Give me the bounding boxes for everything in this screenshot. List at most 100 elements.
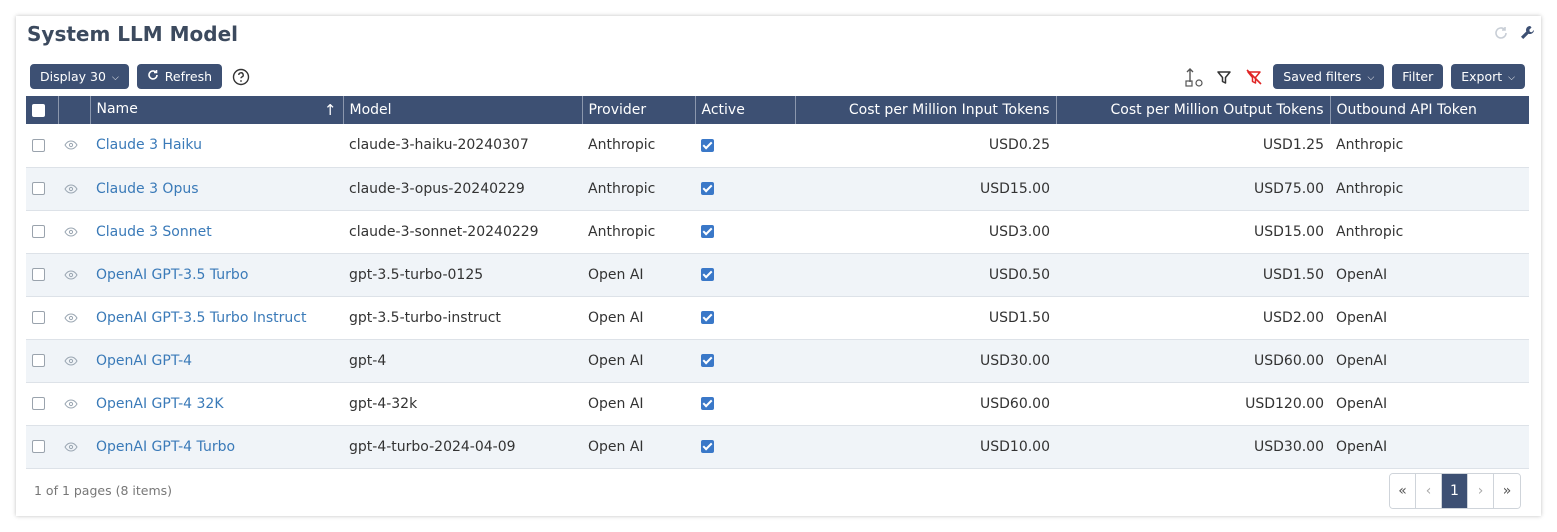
column-header-token[interactable]: Outbound API Token: [1330, 96, 1529, 124]
active-checkbox: [701, 397, 714, 410]
model-id-cell: claude-3-opus-20240229: [343, 167, 582, 211]
eye-icon[interactable]: [64, 398, 78, 409]
row-checkbox[interactable]: [32, 354, 45, 367]
refresh-label: Refresh: [164, 69, 213, 84]
table-row[interactable]: Claude 3 Opus claude-3-opus-20240229 Anthr…: [26, 167, 1529, 211]
last-page-button[interactable]: »: [1494, 474, 1520, 508]
filter-clear-icon[interactable]: [1243, 66, 1265, 88]
table-body: Claude 3 Haiku claude-3-haiku-20240307 Ant…: [26, 124, 1529, 469]
column-header-active[interactable]: Active: [695, 96, 796, 124]
toolbar-right: Saved filters ⌵ Filter Export ⌵: [1183, 64, 1525, 89]
table-row[interactable]: OpenAI GPT-3.5 Turbo gpt-3.5-turbo-0125 Op…: [26, 253, 1529, 297]
model-id-cell: gpt-4: [343, 339, 582, 383]
cost-output-cell: USD120.00: [1056, 382, 1330, 426]
eye-icon[interactable]: [64, 269, 78, 280]
export-button[interactable]: Export ⌵: [1451, 64, 1525, 89]
active-checkbox: [701, 182, 714, 195]
eye-icon[interactable]: [64, 140, 78, 150]
token-cell: Anthropic: [1330, 210, 1529, 254]
token-cell: Anthropic: [1330, 167, 1529, 211]
eye-icon[interactable]: [64, 312, 78, 323]
export-label: Export: [1461, 69, 1503, 84]
model-id-cell: gpt-3.5-turbo-instruct: [343, 296, 582, 340]
row-view-cell: [58, 296, 90, 340]
token-cell: OpenAI: [1330, 382, 1529, 426]
refresh-button[interactable]: Refresh: [136, 64, 223, 89]
row-checkbox[interactable]: [32, 311, 45, 324]
model-name-link[interactable]: Claude 3 Haiku: [90, 124, 343, 168]
row-view-cell: [58, 425, 90, 469]
row-checkbox[interactable]: [32, 440, 45, 453]
column-header-model[interactable]: Model: [343, 96, 583, 124]
row-select-cell: [26, 253, 58, 297]
token-cell: OpenAI: [1330, 339, 1529, 383]
row-select-cell: [26, 296, 58, 340]
row-checkbox[interactable]: [32, 138, 45, 152]
row-checkbox[interactable]: [32, 268, 45, 281]
model-id-cell: gpt-4-turbo-2024-04-09: [343, 425, 582, 469]
select-all-checkbox[interactable]: [32, 103, 45, 117]
column-header-provider[interactable]: Provider: [582, 96, 696, 124]
model-name-link[interactable]: OpenAI GPT-4 Turbo: [90, 425, 343, 469]
table-row[interactable]: Claude 3 Sonnet claude-3-sonnet-20240229 A…: [26, 210, 1529, 254]
cost-output-cell: USD15.00: [1056, 210, 1330, 254]
eye-icon[interactable]: [64, 441, 78, 452]
saved-filters-button[interactable]: Saved filters ⌵: [1273, 64, 1385, 89]
token-cell: OpenAI: [1330, 296, 1529, 340]
active-checkbox: [701, 311, 714, 324]
page-number-button[interactable]: 1: [1442, 474, 1468, 508]
row-view-cell: [58, 167, 90, 211]
eye-icon[interactable]: [64, 355, 78, 366]
row-checkbox[interactable]: [32, 182, 45, 195]
row-view-cell: [58, 124, 90, 168]
table-row[interactable]: OpenAI GPT-4 32K gpt-4-32k Open AI USD60.00…: [26, 382, 1529, 426]
row-checkbox[interactable]: [32, 225, 45, 238]
cost-input-cell: USD1.50: [795, 296, 1056, 340]
model-name-link[interactable]: Claude 3 Opus: [90, 167, 343, 211]
model-name-link[interactable]: OpenAI GPT-4: [90, 339, 343, 383]
row-view-cell: [58, 382, 90, 426]
model-name-link[interactable]: OpenAI GPT-4 32K: [90, 382, 343, 426]
cost-input-cell: USD30.00: [795, 339, 1056, 383]
wrench-icon[interactable]: [1519, 24, 1537, 42]
row-select-cell: [26, 382, 58, 426]
filter-label: Filter: [1402, 69, 1434, 84]
column-header-name[interactable]: Name ↑: [90, 96, 344, 124]
active-cell: [695, 296, 795, 340]
table-row[interactable]: OpenAI GPT-3.5 Turbo Instruct gpt-3.5-tur…: [26, 296, 1529, 340]
token-cell: OpenAI: [1330, 425, 1529, 469]
filter-button[interactable]: Filter: [1392, 64, 1444, 89]
column-header-cost-output[interactable]: Cost per Million Output Tokens: [1056, 96, 1331, 124]
eye-icon[interactable]: [64, 183, 78, 194]
refresh-icon[interactable]: [1493, 25, 1509, 41]
cost-input-cell: USD0.50: [795, 253, 1056, 297]
column-label-name: Name: [96, 101, 138, 117]
row-checkbox[interactable]: [32, 397, 45, 410]
filter-icon[interactable]: [1213, 66, 1235, 88]
first-page-button[interactable]: «: [1390, 474, 1416, 508]
column-header-cost-input[interactable]: Cost per Million Input Tokens: [795, 96, 1057, 124]
next-page-button[interactable]: ›: [1468, 474, 1494, 508]
active-checkbox: [701, 138, 714, 152]
sort-clear-icon[interactable]: [1183, 66, 1205, 88]
row-select-cell: [26, 339, 58, 383]
display-count-button[interactable]: Display 30 ⌵: [30, 64, 129, 89]
sort-ascending-icon[interactable]: ↑: [324, 101, 337, 119]
model-name-link[interactable]: OpenAI GPT-3.5 Turbo Instruct: [90, 296, 343, 340]
table-row[interactable]: OpenAI GPT-4 gpt-4 Open AI USD30.00 USD60.00…: [26, 339, 1529, 383]
active-cell: [695, 339, 795, 383]
help-icon[interactable]: [230, 66, 252, 88]
token-cell: Anthropic: [1330, 124, 1529, 168]
active-checkbox: [701, 440, 714, 453]
row-select-cell: [26, 425, 58, 469]
table-row[interactable]: Claude 3 Haiku claude-3-haiku-20240307 Ant…: [26, 124, 1529, 168]
active-cell: [695, 253, 795, 297]
model-name-link[interactable]: Claude 3 Sonnet: [90, 210, 343, 254]
eye-icon[interactable]: [64, 226, 78, 237]
model-name-link[interactable]: OpenAI GPT-3.5 Turbo: [90, 253, 343, 297]
table-header: Name ↑ Model Provider Active Cost per Mi…: [26, 96, 1529, 124]
active-checkbox: [701, 225, 714, 238]
prev-page-button[interactable]: ‹: [1416, 474, 1442, 508]
refresh-icon: [147, 69, 159, 84]
table-row[interactable]: OpenAI GPT-4 Turbo gpt-4-turbo-2024-04-09…: [26, 425, 1529, 469]
